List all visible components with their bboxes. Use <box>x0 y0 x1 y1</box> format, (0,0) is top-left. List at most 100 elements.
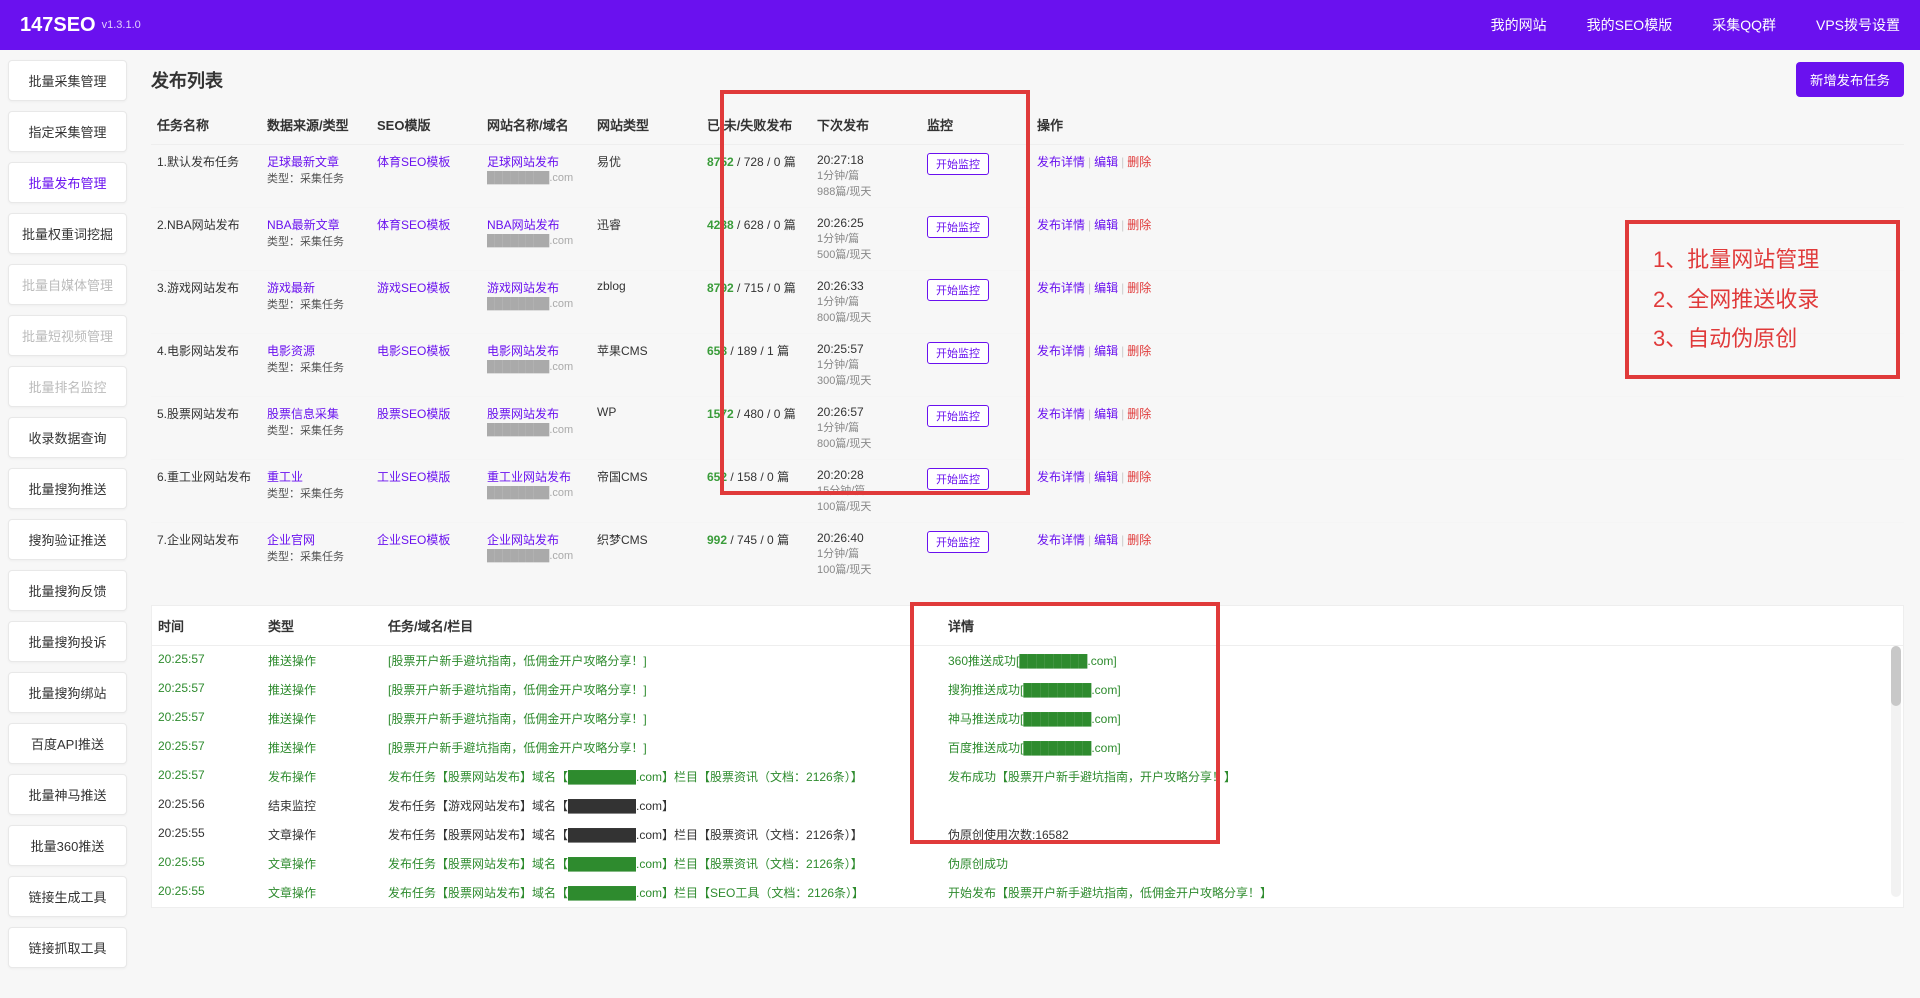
log-row: 20:25:57推送操作[股票开户新手避坑指南，低佣金开户攻略分享！]百度推送成… <box>152 733 1903 762</box>
op-edit[interactable]: 编辑 <box>1094 344 1118 358</box>
log-task: 发布任务【股票网站发布】域名【████████.com】栏目【股票资讯（文档：2… <box>388 855 948 872</box>
nav-item-3[interactable]: VPS拨号设置 <box>1816 15 1900 35</box>
th-1: 数据来源/类型 <box>261 105 371 145</box>
sidebar-item-0[interactable]: 批量采集管理 <box>8 60 127 101</box>
log-type: 发布操作 <box>268 768 388 785</box>
op-detail[interactable]: 发布详情 <box>1037 344 1085 358</box>
log-time: 20:25:57 <box>158 681 268 698</box>
cell-monitor: 开始监控 <box>921 397 1031 460</box>
site-link[interactable]: 企业网站发布 <box>487 533 559 547</box>
sidebar-item-14[interactable]: 批量神马推送 <box>8 774 127 815</box>
start-monitor-button[interactable]: 开始监控 <box>927 531 989 553</box>
op-edit[interactable]: 编辑 <box>1094 407 1118 421</box>
site-link[interactable]: 股票网站发布 <box>487 407 559 421</box>
sidebar-item-7[interactable]: 收录数据查询 <box>8 417 127 458</box>
nav-item-1[interactable]: 我的SEO模版 <box>1587 15 1673 35</box>
scrollbar-thumb[interactable] <box>1891 646 1901 706</box>
template-link[interactable]: 企业SEO模板 <box>377 533 450 547</box>
op-detail[interactable]: 发布详情 <box>1037 218 1085 232</box>
template-link[interactable]: 体育SEO模板 <box>377 155 450 169</box>
nav-item-2[interactable]: 采集QQ群 <box>1712 15 1776 35</box>
log-time: 20:25:56 <box>158 797 268 814</box>
cell-name: 7.企业网站发布 <box>151 523 261 586</box>
log-type: 结束监控 <box>268 797 388 814</box>
source-link[interactable]: 游戏最新 <box>267 281 315 295</box>
op-delete[interactable]: 删除 <box>1127 281 1151 295</box>
sidebar-item-11[interactable]: 批量搜狗投诉 <box>8 621 127 662</box>
start-monitor-button[interactable]: 开始监控 <box>927 468 989 490</box>
sidebar-item-13[interactable]: 百度API推送 <box>8 723 127 764</box>
start-monitor-button[interactable]: 开始监控 <box>927 342 989 364</box>
cell-name: 6.重工业网站发布 <box>151 460 261 523</box>
site-link[interactable]: 电影网站发布 <box>487 344 559 358</box>
source-link[interactable]: 电影资源 <box>267 344 315 358</box>
template-link[interactable]: 体育SEO模板 <box>377 218 450 232</box>
op-detail[interactable]: 发布详情 <box>1037 407 1085 421</box>
cell-cms: zblog <box>591 271 701 334</box>
source-link[interactable]: 足球最新文章 <box>267 155 339 169</box>
op-edit[interactable]: 编辑 <box>1094 218 1118 232</box>
log-type: 推送操作 <box>268 681 388 698</box>
op-edit[interactable]: 编辑 <box>1094 470 1118 484</box>
top-nav: 我的网站 我的SEO模版 采集QQ群 VPS拨号设置 <box>1491 15 1900 35</box>
op-delete[interactable]: 删除 <box>1127 218 1151 232</box>
op-detail[interactable]: 发布详情 <box>1037 281 1085 295</box>
start-monitor-button[interactable]: 开始监控 <box>927 216 989 238</box>
sidebar-item-16[interactable]: 链接生成工具 <box>8 876 127 917</box>
cell-cms: 苹果CMS <box>591 334 701 397</box>
sidebar-item-12[interactable]: 批量搜狗绑站 <box>8 672 127 713</box>
op-detail[interactable]: 发布详情 <box>1037 155 1085 169</box>
cell-source: 足球最新文章类型：采集任务 <box>261 145 371 208</box>
log-th-detail: 详情 <box>948 616 1897 635</box>
op-delete[interactable]: 删除 <box>1127 533 1151 547</box>
site-link[interactable]: 足球网站发布 <box>487 155 559 169</box>
sidebar-item-17[interactable]: 链接抓取工具 <box>8 927 127 968</box>
sidebar-item-3[interactable]: 批量权重词挖掘 <box>8 213 127 254</box>
cell-cms: 织梦CMS <box>591 523 701 586</box>
site-link[interactable]: NBA网站发布 <box>487 218 560 232</box>
nav-item-0[interactable]: 我的网站 <box>1491 15 1547 35</box>
source-link[interactable]: 企业官网 <box>267 533 315 547</box>
start-monitor-button[interactable]: 开始监控 <box>927 153 989 175</box>
source-link[interactable]: NBA最新文章 <box>267 218 340 232</box>
site-link[interactable]: 重工业网站发布 <box>487 470 571 484</box>
sidebar-item-15[interactable]: 批量360推送 <box>8 825 127 866</box>
template-link[interactable]: 电影SEO模板 <box>377 344 450 358</box>
op-delete[interactable]: 删除 <box>1127 155 1151 169</box>
op-edit[interactable]: 编辑 <box>1094 155 1118 169</box>
source-link[interactable]: 股票信息采集 <box>267 407 339 421</box>
log-row: 20:25:55文章操作发布任务【股票网站发布】域名【████████.com】… <box>152 849 1903 878</box>
sidebar-item-10[interactable]: 批量搜狗反馈 <box>8 570 127 611</box>
op-delete[interactable]: 删除 <box>1127 470 1151 484</box>
op-edit[interactable]: 编辑 <box>1094 281 1118 295</box>
cell-counts: 658 / 189 / 1 篇 <box>701 334 811 397</box>
sidebar-item-9[interactable]: 搜狗验证推送 <box>8 519 127 560</box>
source-link[interactable]: 重工业 <box>267 470 303 484</box>
op-detail[interactable]: 发布详情 <box>1037 533 1085 547</box>
template-link[interactable]: 股票SEO模版 <box>377 407 450 421</box>
cell-template: 体育SEO模板 <box>371 145 481 208</box>
op-delete[interactable]: 删除 <box>1127 344 1151 358</box>
template-link[interactable]: 工业SEO模版 <box>377 470 450 484</box>
cell-counts: 8792 / 715 / 0 篇 <box>701 271 811 334</box>
site-link[interactable]: 游戏网站发布 <box>487 281 559 295</box>
log-scrollbar[interactable] <box>1891 646 1901 897</box>
cell-source: 电影资源类型：采集任务 <box>261 334 371 397</box>
cell-site: 足球网站发布████████.com <box>481 145 591 208</box>
template-link[interactable]: 游戏SEO模板 <box>377 281 450 295</box>
cell-next: 20:26:331分钟/篇800篇/现天 <box>811 271 921 334</box>
op-detail[interactable]: 发布详情 <box>1037 470 1085 484</box>
page-title: 发布列表 <box>151 67 223 93</box>
th-3: 网站名称/域名 <box>481 105 591 145</box>
cell-next: 20:26:251分钟/篇500篇/现天 <box>811 208 921 271</box>
op-delete[interactable]: 删除 <box>1127 407 1151 421</box>
start-monitor-button[interactable]: 开始监控 <box>927 405 989 427</box>
start-monitor-button[interactable]: 开始监控 <box>927 279 989 301</box>
th-2: SEO模版 <box>371 105 481 145</box>
log-detail: 神马推送成功[████████.com] <box>948 710 1897 727</box>
add-publish-task-button[interactable]: 新增发布任务 <box>1796 62 1904 97</box>
sidebar-item-8[interactable]: 批量搜狗推送 <box>8 468 127 509</box>
sidebar-item-2[interactable]: 批量发布管理 <box>8 162 127 203</box>
sidebar-item-1[interactable]: 指定采集管理 <box>8 111 127 152</box>
op-edit[interactable]: 编辑 <box>1094 533 1118 547</box>
